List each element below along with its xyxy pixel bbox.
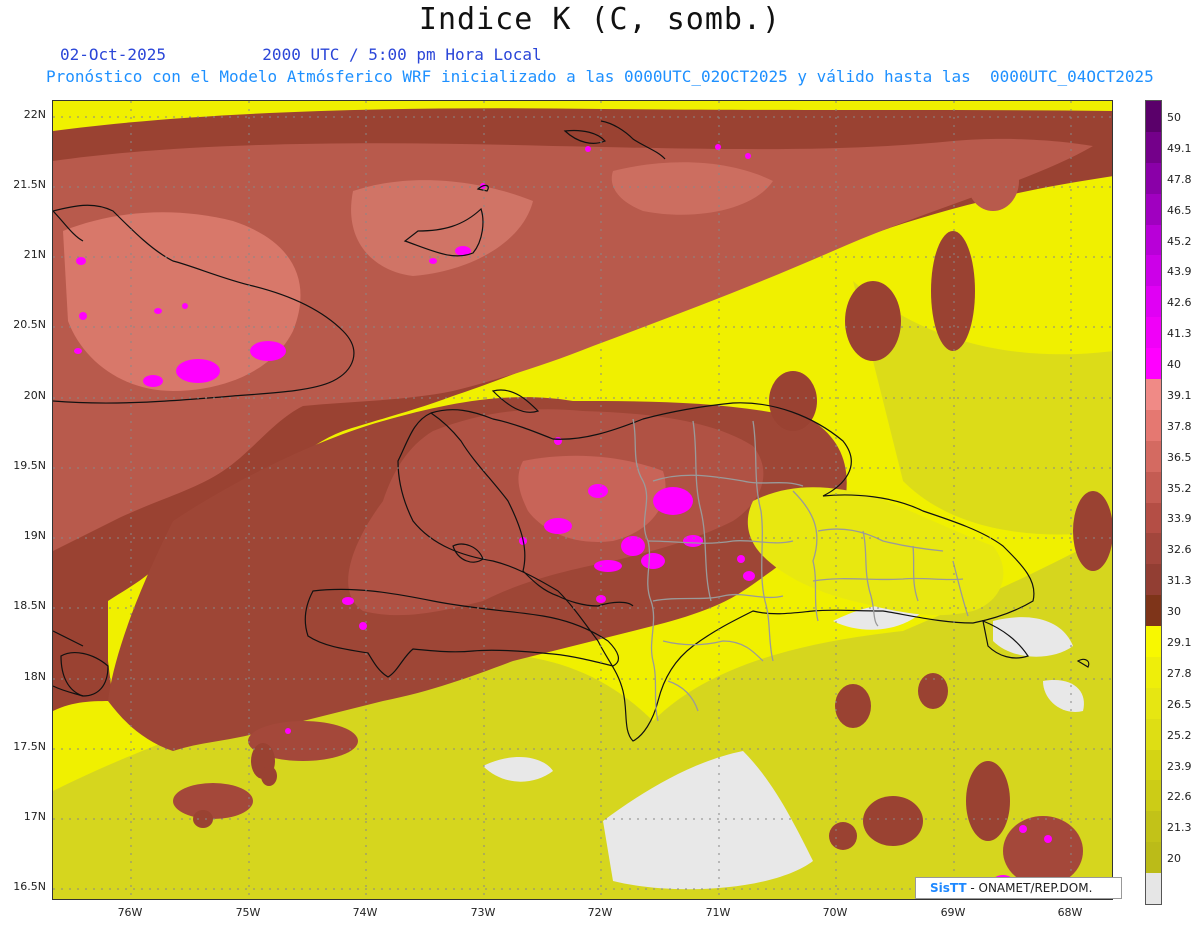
high-k-cell [967, 151, 1019, 211]
color-scale-cell [1146, 842, 1161, 874]
color-scale-cell [1146, 101, 1161, 133]
lat-label: 18N [23, 670, 46, 683]
color-scale-label: 27.8 [1167, 666, 1192, 680]
color-scale-label: 23.9 [1167, 759, 1192, 773]
color-scale-label: 43.9 [1167, 265, 1192, 279]
color-scale-label: 31.3 [1167, 574, 1192, 588]
lat-label: 21.5N [13, 178, 46, 191]
color-scale-label: 26.5 [1167, 697, 1192, 711]
color-scale-cell [1146, 626, 1161, 658]
lat-label: 16.5N [13, 880, 46, 893]
color-scale-cell [1146, 718, 1161, 751]
high-k-cell [173, 783, 253, 819]
lat-label: 17.5N [13, 740, 46, 753]
color-scale-cell [1146, 162, 1161, 195]
credit-brand: SisTT [930, 881, 967, 895]
color-scale-cell [1146, 595, 1161, 627]
color-scale-cell [1146, 471, 1161, 503]
lat-label: 19.5N [13, 459, 46, 472]
color-scale-label: 21.3 [1167, 821, 1192, 835]
high-k-cell [931, 231, 975, 351]
color-scale-label: 33.9 [1167, 512, 1192, 526]
color-scale-cell [1146, 687, 1161, 720]
lat-label: 17N [23, 810, 46, 823]
high-k-cell [1073, 491, 1112, 571]
color-scale-label: 47.8 [1167, 172, 1192, 186]
color-scale-label: 20 [1167, 852, 1181, 866]
lon-label: 75W [235, 906, 261, 919]
high-k-cell [829, 822, 857, 850]
color-scale-label: 40 [1167, 358, 1181, 372]
lon-label: 69W [940, 906, 966, 919]
high-k-cell [835, 684, 871, 728]
color-scale-label: 22.6 [1167, 790, 1192, 804]
map-frame[interactable] [52, 100, 1113, 900]
color-scale-cell [1146, 286, 1161, 318]
color-scale-label: 30 [1167, 605, 1181, 619]
color-scale-label: 25.2 [1167, 728, 1192, 742]
lon-label: 76W [117, 906, 143, 919]
lon-label: 70W [822, 906, 848, 919]
date-time-line: 02-Oct-2025 2000 UTC / 5:00 pm Hora Loca… [60, 45, 542, 64]
lat-label: 20.5N [13, 318, 46, 331]
lon-label: 68W [1057, 906, 1083, 919]
color-scale-cell [1146, 811, 1161, 843]
credit-box: SisTT - ONAMET/REP.DOM. [915, 877, 1122, 899]
lat-label: 22N [23, 108, 46, 121]
time-text: 2000 UTC / 5:00 pm Hora Local [262, 45, 542, 64]
color-scale-cell [1146, 193, 1161, 226]
high-k-cell [193, 810, 213, 828]
color-scale-cell [1146, 873, 1161, 905]
color-scale-cell [1146, 317, 1161, 349]
color-scale-cell [1146, 564, 1161, 596]
color-scale-label: 35.2 [1167, 481, 1192, 495]
color-scale-label: 42.6 [1167, 296, 1192, 310]
lat-label: 19N [23, 529, 46, 542]
lon-label: 71W [705, 906, 731, 919]
color-scale-cell [1146, 440, 1161, 473]
color-scale-cell [1146, 348, 1161, 380]
color-scale-cell [1146, 224, 1161, 256]
color-scale-label: 29.1 [1167, 636, 1192, 650]
map-title: Indice K (C, somb.) [418, 2, 782, 37]
credit-text: - ONAMET/REP.DOM. [966, 881, 1093, 895]
color-scale-label: 36.5 [1167, 450, 1192, 464]
high-k-cell [863, 796, 923, 846]
color-scale-cell [1146, 131, 1161, 164]
lat-label: 18.5N [13, 599, 46, 612]
color-scale-label: 46.5 [1167, 203, 1192, 217]
lat-label: 20N [23, 389, 46, 402]
high-k-cell [966, 761, 1010, 841]
color-scale-cell [1146, 502, 1161, 534]
color-scale-label: 39.1 [1167, 388, 1192, 402]
color-scale-cell [1146, 378, 1161, 411]
high-k-cell [1003, 816, 1083, 886]
high-k-cell [769, 371, 817, 431]
color-scale-label: 50 [1167, 110, 1181, 124]
color-scale-cell [1146, 656, 1161, 689]
color-scale-cell [1146, 255, 1161, 287]
color-scale-cell [1146, 749, 1161, 781]
color-scale-label: 37.8 [1167, 419, 1192, 433]
forecast-info-line: Pronóstico con el Modelo Atmósferico WRF… [46, 67, 1154, 86]
date-text: 02-Oct-2025 [60, 45, 166, 64]
color-scale-cell [1146, 533, 1161, 565]
lon-label: 72W [587, 906, 613, 919]
high-k-cell [261, 766, 277, 786]
high-k-cell [918, 673, 948, 709]
color-scale-cell [1146, 409, 1161, 442]
color-scale-label: 49.1 [1167, 141, 1192, 155]
color-scale-cell [1146, 780, 1161, 812]
color-scale-label: 41.3 [1167, 327, 1192, 341]
k-index-map[interactable] [53, 101, 1113, 900]
lon-label: 73W [470, 906, 496, 919]
high-k-cell [845, 281, 901, 361]
color-scale-label: 45.2 [1167, 234, 1192, 248]
lon-label: 74W [352, 906, 378, 919]
lat-label: 21N [23, 248, 46, 261]
color-scale-label: 32.6 [1167, 543, 1192, 557]
color-scale-bar [1145, 100, 1162, 905]
